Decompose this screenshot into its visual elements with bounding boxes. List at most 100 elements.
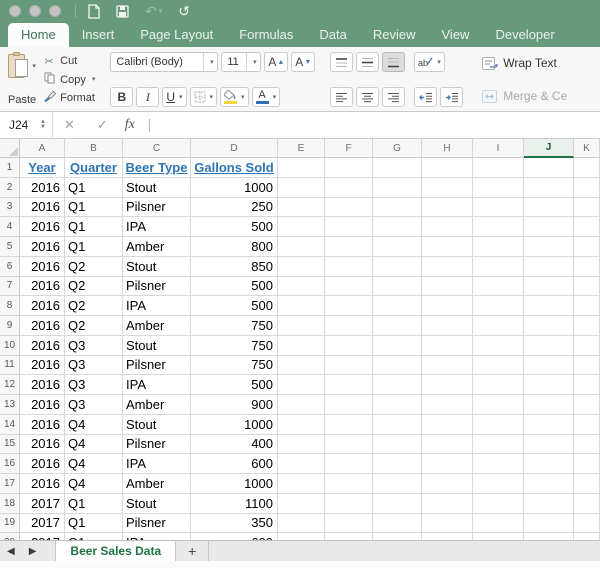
cell-D6[interactable]: 850 (191, 256, 278, 277)
name-box[interactable]: J24 (0, 118, 40, 132)
cell-K2[interactable] (574, 177, 600, 198)
cell-F12[interactable] (325, 375, 373, 395)
cell-K18[interactable] (574, 493, 600, 514)
ribbon-tab-view[interactable]: View (429, 23, 483, 47)
cell-C18[interactable]: Stout (123, 493, 191, 514)
column-header-E[interactable]: E (278, 139, 325, 158)
cell-E5[interactable] (278, 237, 325, 257)
cell-H15[interactable] (422, 434, 473, 455)
cell-D5[interactable]: 800 (191, 237, 278, 257)
cell-F3[interactable] (325, 197, 373, 218)
cell-I6[interactable] (473, 256, 524, 277)
cell-F14[interactable] (325, 414, 373, 435)
cell-G15[interactable] (373, 434, 422, 455)
cut-button[interactable]: ✂ Cut (42, 53, 95, 69)
cell-J11[interactable] (524, 355, 574, 376)
new-document-icon[interactable] (88, 3, 100, 19)
cell-C10[interactable]: Stout (123, 335, 191, 356)
cell-B3[interactable]: Q1 (65, 197, 123, 218)
cell-K15[interactable] (574, 434, 600, 455)
cell-A18[interactable]: 2017 (20, 493, 65, 514)
undo-dropdown-caret-icon[interactable]: ▾ (159, 8, 163, 15)
row-header-4[interactable]: 4 (0, 217, 20, 237)
cell-G16[interactable] (373, 454, 422, 474)
row-header-18[interactable]: 18 (0, 493, 20, 514)
cell-C17[interactable]: Amber (123, 474, 191, 494)
cell-E3[interactable] (278, 197, 325, 218)
cell-C5[interactable]: Amber (123, 237, 191, 257)
cell-J19[interactable] (524, 513, 574, 534)
cell-K3[interactable] (574, 197, 600, 218)
font-size-select[interactable]: 11 ▾ (221, 52, 262, 72)
cell-D2[interactable]: 1000 (191, 177, 278, 198)
align-bottom-button[interactable] (382, 52, 406, 72)
cell-C2[interactable]: Stout (123, 177, 191, 198)
row-header-2[interactable]: 2 (0, 177, 20, 198)
cell-E15[interactable] (278, 434, 325, 455)
cell-H20[interactable] (422, 533, 473, 540)
cell-J7[interactable] (524, 276, 574, 297)
next-sheet-arrow-icon[interactable]: ▶ (22, 541, 44, 561)
cell-H12[interactable] (422, 375, 473, 395)
cell-E19[interactable] (278, 513, 325, 534)
row-header-10[interactable]: 10 (0, 335, 20, 356)
column-header-H[interactable]: H (422, 139, 473, 158)
cell-E13[interactable] (278, 395, 325, 415)
paste-dropdown-caret-icon[interactable]: ▾ (32, 63, 36, 70)
cell-D11[interactable]: 750 (191, 355, 278, 376)
cell-D13[interactable]: 900 (191, 395, 278, 415)
cell-G13[interactable] (373, 395, 422, 415)
cell-J16[interactable] (524, 454, 574, 474)
cell-C3[interactable]: Pilsner (123, 197, 191, 218)
cell-K14[interactable] (574, 414, 600, 435)
cell-C20[interactable]: IPA (123, 533, 191, 540)
cell-A17[interactable]: 2016 (20, 474, 65, 494)
cell-B4[interactable]: Q1 (65, 217, 123, 237)
cell-H5[interactable] (422, 237, 473, 257)
cell-D8[interactable]: 500 (191, 296, 278, 316)
cell-G4[interactable] (373, 217, 422, 237)
cell-K1[interactable] (574, 158, 600, 178)
cancel-entry-button[interactable]: ✕ (53, 117, 86, 133)
cell-I1[interactable] (473, 158, 524, 178)
cell-F7[interactable] (325, 276, 373, 297)
cell-I12[interactable] (473, 375, 524, 395)
cell-B6[interactable]: Q2 (65, 256, 123, 277)
cell-F11[interactable] (325, 355, 373, 376)
cell-J12[interactable] (524, 375, 574, 395)
column-header-I[interactable]: I (473, 139, 524, 158)
cell-A12[interactable]: 2016 (20, 375, 65, 395)
row-header-1[interactable]: 1 (0, 158, 20, 178)
cell-D3[interactable]: 250 (191, 197, 278, 218)
cell-E11[interactable] (278, 355, 325, 376)
cell-I14[interactable] (473, 414, 524, 435)
cell-H10[interactable] (422, 335, 473, 356)
cell-E7[interactable] (278, 276, 325, 297)
cell-G9[interactable] (373, 316, 422, 336)
cell-F6[interactable] (325, 256, 373, 277)
cell-K20[interactable] (574, 533, 600, 540)
cell-C15[interactable]: Pilsner (123, 434, 191, 455)
row-header-14[interactable]: 14 (0, 414, 20, 435)
cell-H13[interactable] (422, 395, 473, 415)
orientation-button[interactable]: ab ▾ (414, 52, 445, 72)
cell-J8[interactable] (524, 296, 574, 316)
cell-K17[interactable] (574, 474, 600, 494)
cell-G20[interactable] (373, 533, 422, 540)
cell-B1[interactable]: Quarter (65, 158, 123, 178)
cell-H6[interactable] (422, 256, 473, 277)
cell-D7[interactable]: 500 (191, 276, 278, 297)
zoom-window-button[interactable] (49, 5, 61, 17)
cell-E16[interactable] (278, 454, 325, 474)
name-box-stepper[interactable]: ▲ ▼ (40, 119, 46, 130)
decrease-font-size-button[interactable]: A ▼ (291, 52, 316, 72)
cell-K6[interactable] (574, 256, 600, 277)
cell-A2[interactable]: 2016 (20, 177, 65, 198)
cell-J14[interactable] (524, 414, 574, 435)
cell-F1[interactable] (325, 158, 373, 178)
cell-G5[interactable] (373, 237, 422, 257)
cell-A14[interactable]: 2016 (20, 414, 65, 435)
ribbon-tab-page-layout[interactable]: Page Layout (127, 23, 226, 47)
merge-center-button[interactable]: Merge & Ce (482, 87, 567, 105)
cell-J13[interactable] (524, 395, 574, 415)
